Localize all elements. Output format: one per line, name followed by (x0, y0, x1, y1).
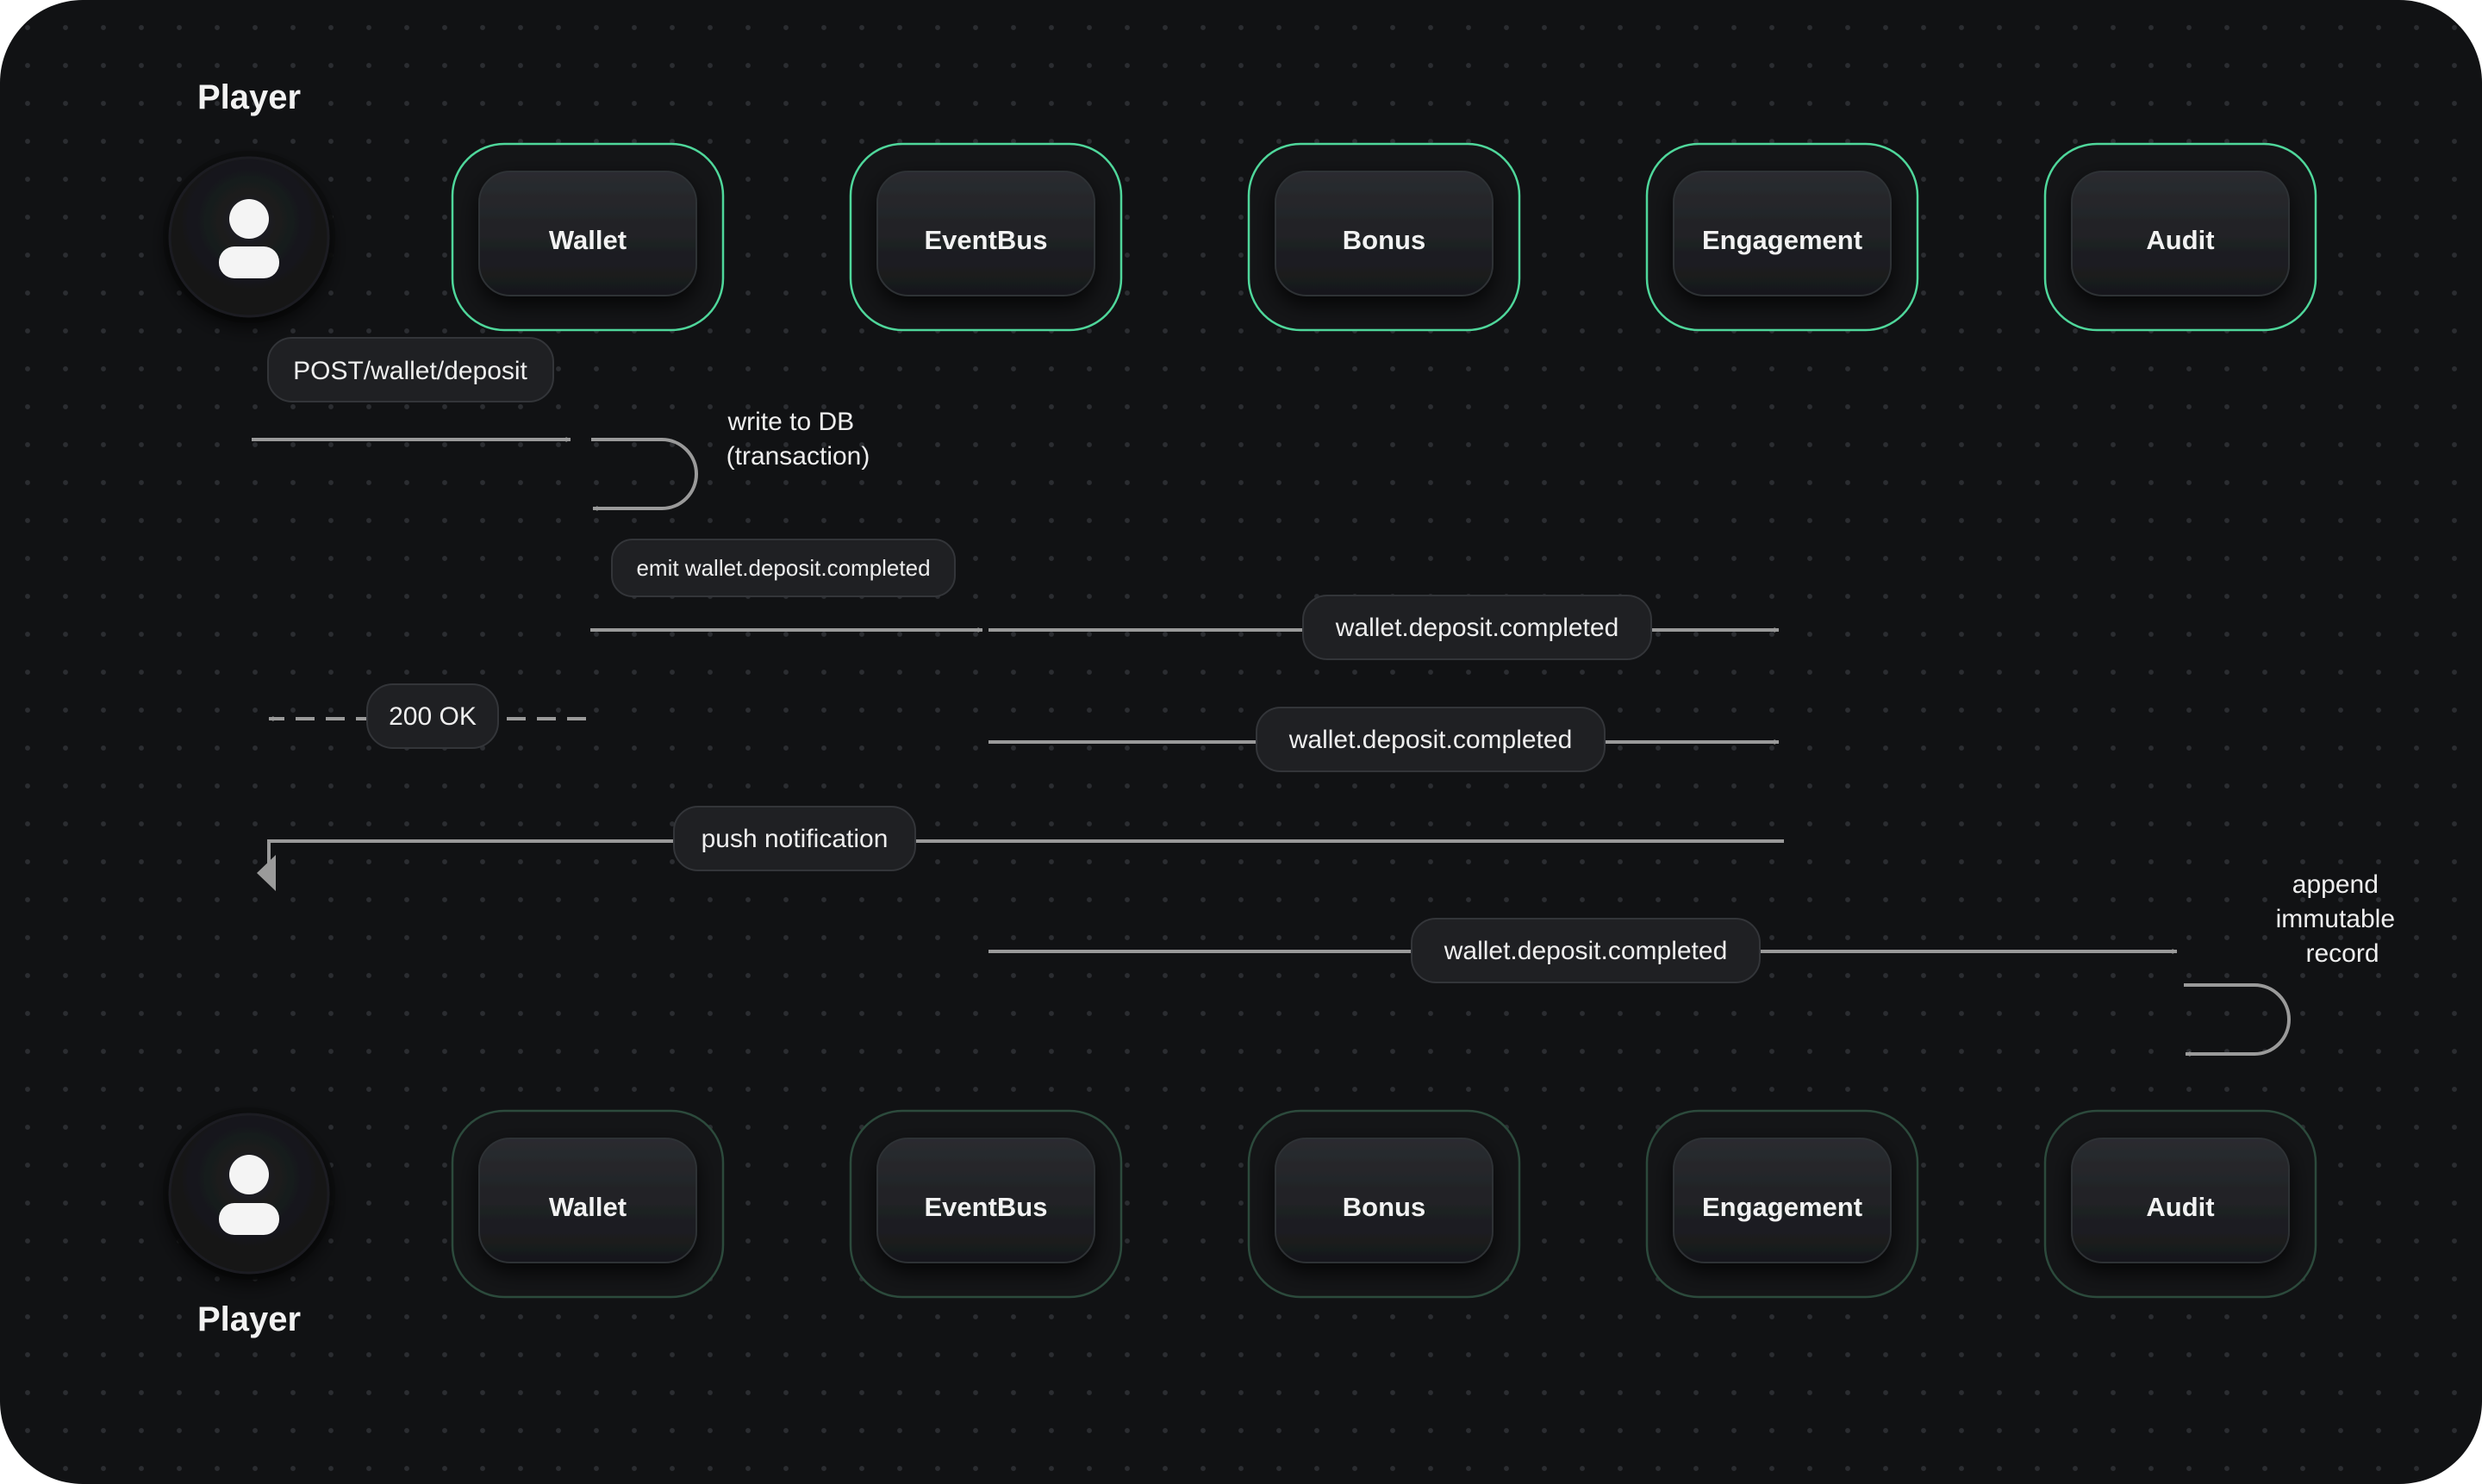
label-append-record-line-1: append (2292, 870, 2379, 899)
label-text-emit-deposit: emit wallet.deposit.completed (636, 555, 930, 581)
label-text-200-ok: 200 OK (389, 702, 477, 731)
label-write-db-line-2: (transaction) (727, 442, 870, 471)
sequence-diagram: POST/wallet/deposit write to DB (transac… (163, 78, 2403, 1338)
label-deposit-engagement-1: wallet.deposit.completed (1302, 595, 1652, 660)
label-write-db-line-1: write to DB (727, 408, 854, 436)
participant-label-audit: Audit (2146, 225, 2214, 255)
label-text-deposit-engagement-2: wallet.deposit.completed (1288, 726, 1573, 754)
participant-eventbus-bottom: EventBus (849, 1109, 1123, 1299)
label-deposit-engagement-2: wallet.deposit.completed (1256, 707, 1606, 772)
player-avatar-top (163, 151, 335, 323)
participant-engagement-bottom: Engagement (1645, 1109, 1919, 1299)
label-text-deposit-engagement-1: wallet.deposit.completed (1335, 614, 1619, 642)
participant-bonus-top: Bonus (1247, 142, 1521, 332)
participant-audit-top: Audit (2043, 142, 2317, 332)
participant-wallet-top: Wallet (451, 142, 725, 332)
label-deposit-audit: wallet.deposit.completed (1411, 918, 1761, 983)
participant-label-engagement: Engagement (1702, 1192, 1862, 1222)
player-bottom-label: Player (197, 1300, 301, 1338)
label-write-db: write to DB (transaction) (727, 408, 870, 471)
label-append-record: append immutable record (2276, 870, 2403, 968)
label-append-record-line-2: immutable (2276, 905, 2395, 933)
arrow-push-notification-head (257, 855, 276, 891)
player-avatar-bottom (163, 1107, 335, 1280)
arrow-push-notification (267, 839, 1784, 872)
player-top-label: Player (197, 78, 301, 116)
participant-audit-bottom: Audit (2043, 1109, 2317, 1299)
participant-bonus-bottom: Bonus (1247, 1109, 1521, 1299)
participant-label-wallet: Wallet (549, 225, 627, 255)
participant-label-audit: Audit (2146, 1192, 2214, 1222)
participant-label-wallet: Wallet (549, 1192, 627, 1222)
participant-eventbus-top: EventBus (849, 142, 1123, 332)
label-emit-deposit: emit wallet.deposit.completed (611, 539, 956, 597)
label-text-post-deposit: POST/wallet/deposit (293, 357, 527, 385)
arrow-append-record-self (2184, 983, 2291, 1057)
participant-wallet-bottom: Wallet (451, 1109, 725, 1299)
label-append-record-line-3: record (2305, 939, 2379, 968)
sequence-diagram-canvas: POST/wallet/deposit write to DB (transac… (0, 0, 2482, 1484)
arrow-write-db-self (591, 438, 698, 511)
label-post-deposit: POST/wallet/deposit (267, 337, 554, 402)
label-200-ok: 200 OK (366, 683, 499, 749)
participant-label-bonus: Bonus (1343, 225, 1425, 255)
participant-engagement-top: Engagement (1645, 142, 1919, 332)
participant-label-eventbus: EventBus (925, 1192, 1048, 1222)
participant-label-eventbus: EventBus (925, 225, 1048, 255)
participant-label-engagement: Engagement (1702, 225, 1862, 255)
label-text-push-notification: push notification (702, 825, 889, 853)
label-text-deposit-audit: wallet.deposit.completed (1444, 937, 1728, 965)
label-push-notification: push notification (673, 806, 916, 871)
participant-label-bonus: Bonus (1343, 1192, 1425, 1222)
